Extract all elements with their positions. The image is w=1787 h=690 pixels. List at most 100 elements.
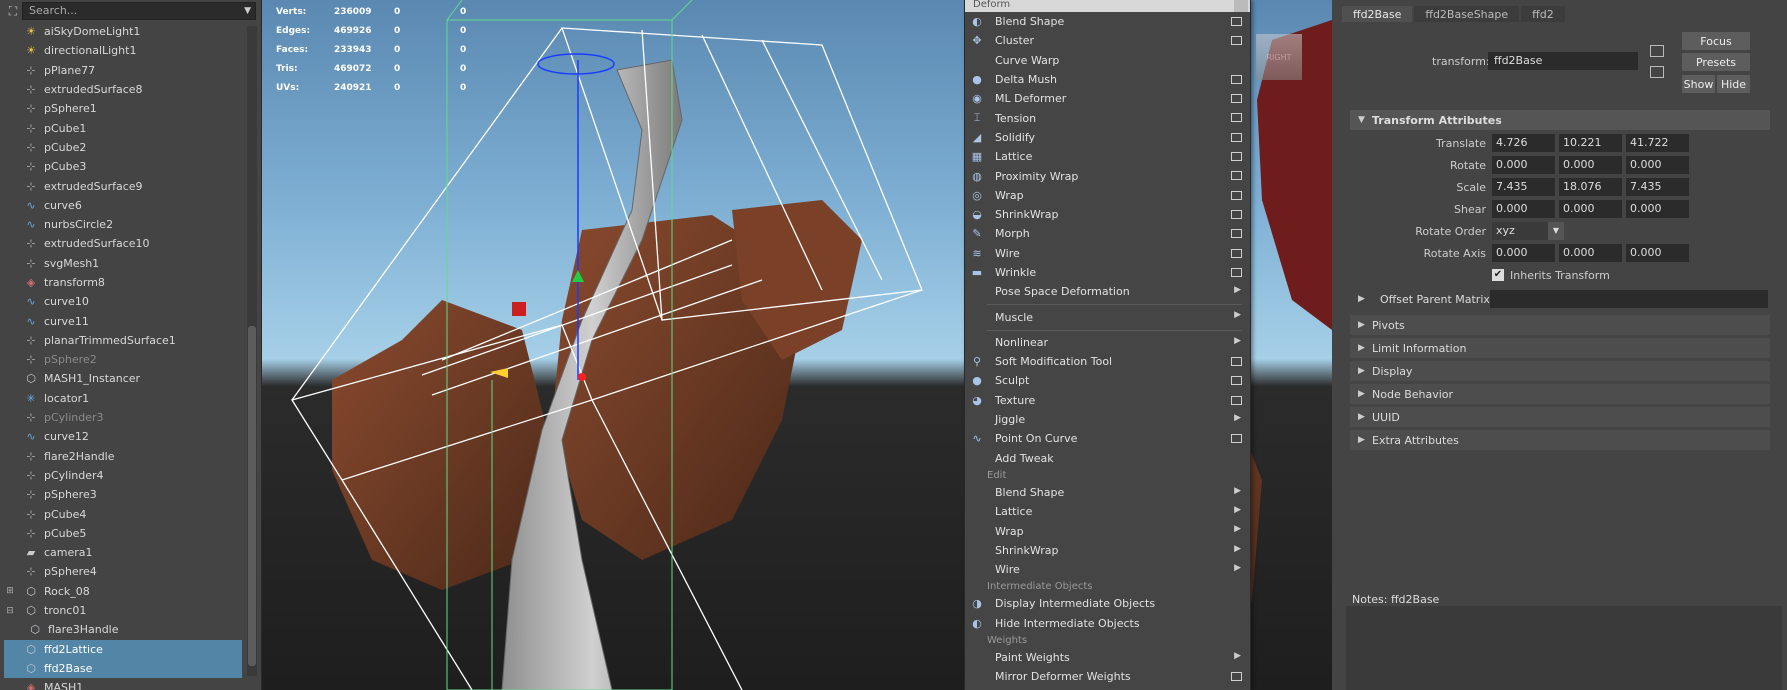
menu-item[interactable]: ● Sculpt — [965, 371, 1250, 390]
scale-z-field[interactable]: 7.435 — [1626, 178, 1689, 196]
menu-item[interactable]: ◑ Display Intermediate Objects — [965, 594, 1250, 613]
section-transform-attributes[interactable]: ▼ Transform Attributes — [1350, 110, 1770, 130]
outliner-item[interactable]: ⊹ pCube2 — [4, 138, 242, 157]
rotate-order-select[interactable]: xyz ▼ — [1492, 222, 1564, 240]
tearoff-handle[interactable] — [1234, 0, 1248, 12]
menu-item[interactable]: ⌶ Tension — [965, 108, 1250, 127]
outliner-item[interactable]: ⊹ planarTrimmedSurface1 — [4, 331, 242, 350]
outliner-item[interactable]: ∿ curve11 — [4, 311, 242, 330]
menu-item[interactable]: Add Tweak — [965, 449, 1250, 468]
option-box-icon[interactable] — [1231, 376, 1242, 386]
option-box-icon[interactable] — [1231, 672, 1242, 682]
rotate-x-field[interactable]: 0.000 — [1492, 156, 1555, 174]
menu-item[interactable]: ∿ Point On Curve — [965, 429, 1250, 448]
section-collapsed[interactable]: ▶ UUID — [1350, 407, 1770, 427]
option-box-icon[interactable] — [1231, 267, 1242, 277]
outliner-item[interactable]: ☀ directionalLight1 — [4, 41, 242, 60]
copy-tab-icon[interactable] — [1650, 66, 1664, 78]
option-box-icon[interactable] — [1231, 74, 1242, 84]
option-box-icon[interactable] — [1231, 229, 1242, 239]
presets-button[interactable]: Presets — [1682, 53, 1750, 71]
focus-button[interactable]: Focus — [1682, 32, 1750, 50]
outliner-item[interactable]: ⊞ ⬡ Rock_08 — [4, 582, 242, 601]
chevron-down-icon[interactable]: ▼ — [244, 3, 251, 19]
rotate-y-field[interactable]: 0.000 — [1559, 156, 1622, 174]
menu-item[interactable]: ◕ Texture — [965, 391, 1250, 410]
outliner-item[interactable]: ⊹ pSphere4 — [4, 562, 242, 581]
tab-ffd2[interactable]: ffd2 — [1521, 6, 1565, 22]
option-box-icon[interactable] — [1231, 395, 1242, 405]
menu-item[interactable]: Wire ▶ — [965, 560, 1250, 579]
view-cube[interactable]: RIGHT — [1256, 34, 1302, 80]
outliner-item[interactable]: ⊹ pCube1 — [4, 118, 242, 137]
rotate-axis-y-field[interactable]: 0.000 — [1559, 244, 1622, 262]
menu-item[interactable]: ◒ ShrinkWrap — [965, 205, 1250, 224]
scrollbar-thumb[interactable] — [248, 326, 256, 666]
option-box-icon[interactable] — [1231, 434, 1242, 444]
option-box-icon[interactable] — [1231, 132, 1242, 142]
outliner-item[interactable]: ⊹ pCube5 — [4, 524, 242, 543]
option-box-icon[interactable] — [1231, 36, 1242, 46]
option-box-icon[interactable] — [1231, 152, 1242, 162]
inherits-transform-checkbox[interactable]: ✔ — [1492, 269, 1504, 281]
section-collapsed[interactable]: ▶ Extra Attributes — [1350, 430, 1770, 450]
menu-item[interactable]: ◉ ML Deformer — [965, 89, 1250, 108]
outliner-item[interactable]: ⊹ pSphere1 — [4, 99, 242, 118]
hide-button[interactable]: Hide — [1717, 75, 1750, 93]
expand-toggle-icon[interactable]: ⊟ — [4, 606, 16, 616]
outliner-item[interactable]: ⬡ flare3Handle — [4, 620, 242, 639]
menu-item[interactable]: ShrinkWrap ▶ — [965, 541, 1250, 560]
search-input[interactable]: Search... ▼ — [22, 2, 256, 20]
menu-item[interactable]: Blend Shape ▶ — [965, 483, 1250, 502]
menu-item[interactable]: ✥ Cluster — [965, 31, 1250, 50]
rotate-axis-x-field[interactable]: 0.000 — [1492, 244, 1555, 262]
outliner-item[interactable]: ∿ curve12 — [4, 427, 242, 446]
show-button[interactable]: Show — [1682, 75, 1715, 93]
translate-z-field[interactable]: 41.722 — [1626, 134, 1689, 152]
outliner-item[interactable]: ⊟ ⬡ tronc01 — [4, 601, 242, 620]
outliner-item[interactable]: ⊹ pSphere2 — [4, 350, 242, 369]
outliner-item[interactable]: ✳ locator1 — [4, 389, 242, 408]
transform-name-field[interactable]: ffd2Base — [1488, 52, 1638, 70]
tab-ffd2baseshape[interactable]: ffd2BaseShape — [1414, 6, 1520, 22]
outliner-item[interactable]: ⊹ pCube3 — [4, 157, 242, 176]
outliner-item[interactable]: ⊹ svgMesh1 — [4, 254, 242, 273]
menu-item[interactable]: ⚲ Soft Modification Tool — [965, 352, 1250, 371]
menu-item[interactable]: ◐ Hide Intermediate Objects — [965, 614, 1250, 633]
outliner-item[interactable]: ⊹ pPlane77 — [4, 61, 242, 80]
outliner-item[interactable]: ⬡ ffd2Base — [4, 658, 242, 679]
tab-ffd2base[interactable]: ffd2Base — [1342, 6, 1413, 22]
menu-item[interactable]: Mirror Deformer Weights — [965, 667, 1250, 686]
menu-item[interactable]: ◐ Blend Shape — [965, 12, 1250, 31]
section-collapsed[interactable]: ▶ Limit Information — [1350, 338, 1770, 358]
outliner-item[interactable]: ∿ nurbsCircle2 — [4, 215, 242, 234]
outliner-item[interactable]: ⊹ extrudedSurface9 — [4, 176, 242, 195]
option-box-icon[interactable] — [1231, 357, 1242, 367]
outliner-item[interactable]: ◈ transform8 — [4, 273, 242, 292]
option-box-icon[interactable] — [1231, 113, 1242, 123]
shear-z-field[interactable]: 0.000 — [1626, 200, 1689, 218]
load-attributes-icon[interactable] — [1650, 45, 1664, 57]
outliner-item[interactable]: ⊹ extrudedSurface8 — [4, 80, 242, 99]
outliner-item[interactable]: ⊹ pCube4 — [4, 504, 242, 523]
option-box-icon[interactable] — [1231, 94, 1242, 104]
option-box-icon[interactable] — [1231, 190, 1242, 200]
outliner-item[interactable]: ☀ aiSkyDomeLight1 — [4, 22, 242, 41]
menu-item[interactable]: Muscle ▶ — [965, 307, 1250, 326]
menu-item[interactable]: ≋ Wire — [965, 244, 1250, 263]
outliner-item[interactable]: ⊹ pCylinder3 — [4, 408, 242, 427]
outliner-item[interactable]: ∿ curve6 — [4, 196, 242, 215]
option-box-icon[interactable] — [1231, 17, 1242, 26]
outliner-scrollbar[interactable] — [247, 26, 257, 676]
translate-x-field[interactable]: 4.726 — [1492, 134, 1555, 152]
notes-textarea[interactable] — [1346, 606, 1782, 690]
outliner-item[interactable]: ⬡ MASH1_Instancer — [4, 369, 242, 388]
menu-item[interactable]: Pose Space Deformation ▶ — [965, 282, 1250, 301]
scale-x-field[interactable]: 7.435 — [1492, 178, 1555, 196]
menu-item[interactable]: Jiggle ▶ — [965, 410, 1250, 429]
menu-item[interactable]: ▬ Wrinkle — [965, 263, 1250, 282]
menu-item[interactable]: Paint Weights ▶ — [965, 648, 1250, 667]
menu-item[interactable]: ◎ Wrap — [965, 186, 1250, 205]
menu-item[interactable]: Curve Warp — [965, 51, 1250, 70]
chevron-down-icon[interactable]: ▼ — [1548, 222, 1564, 240]
